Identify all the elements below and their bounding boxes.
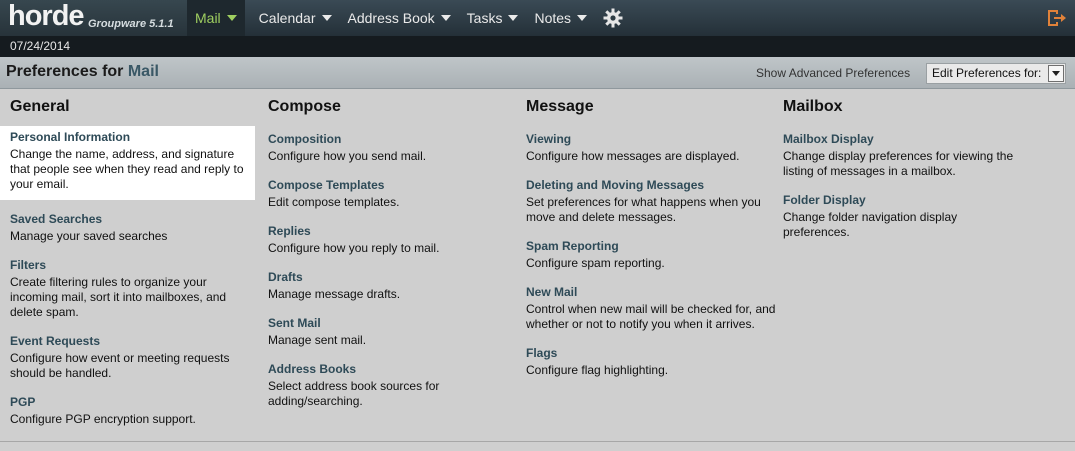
pref-item-desc: Change display preferences for viewing t… [783, 149, 1014, 178]
pref-item-title[interactable]: Mailbox Display [783, 132, 1033, 146]
pref-item-pgp[interactable]: PGP Configure PGP encryption support. [0, 393, 250, 427]
pref-item-desc: Manage sent mail. [268, 333, 367, 347]
nav-calendar-label: Calendar [258, 10, 316, 26]
column-compose: Compose Composition Configure how you se… [268, 98, 518, 409]
pref-item-title[interactable]: New Mail [526, 285, 776, 299]
pref-item-flags[interactable]: Flags Configure flag highlighting. [526, 344, 776, 378]
nav-mail[interactable]: Mail [187, 0, 245, 36]
pref-item-address-books[interactable]: Address Books Select address book source… [268, 360, 468, 409]
preferences-header: Preferences for Mail Show Advanced Prefe… [0, 57, 1075, 89]
column-heading: General [10, 98, 70, 115]
pref-item-title[interactable]: Compose Templates [268, 178, 518, 192]
pref-item-title[interactable]: Folder Display [783, 193, 993, 207]
gear-icon[interactable] [595, 0, 631, 36]
pref-item-desc: Change the name, address, and signature … [10, 147, 244, 191]
pref-item-title[interactable]: Event Requests [10, 334, 244, 348]
column-mailbox: Mailbox Mailbox Display Change display p… [783, 98, 1033, 240]
pref-item-title[interactable]: Composition [268, 132, 518, 146]
pref-item-composition[interactable]: Composition Configure how you send mail. [268, 130, 518, 164]
page-title-app: Mail [127, 63, 159, 80]
pref-item-title[interactable]: Filters [10, 258, 244, 272]
pref-item-desc: Configure how messages are displayed. [526, 149, 740, 163]
nav-tasks-label: Tasks [466, 10, 503, 26]
pref-item-title[interactable]: Flags [526, 346, 776, 360]
column-general: General Personal Information Change the … [0, 98, 255, 427]
pref-item-personal-information[interactable]: Personal Information Change the name, ad… [0, 126, 255, 200]
nav-notes-label: Notes [534, 10, 572, 26]
pref-item-title[interactable]: PGP [10, 395, 244, 409]
column-heading: Message [526, 98, 594, 115]
show-advanced-link[interactable]: Show Advanced Preferences [756, 66, 910, 80]
pref-item-deleting-moving[interactable]: Deleting and Moving Messages Set prefere… [526, 176, 776, 225]
chevron-down-icon [508, 15, 519, 21]
pref-item-desc: Configure PGP encryption support. [10, 412, 196, 426]
pref-item-title[interactable]: Deleting and Moving Messages [526, 178, 776, 192]
pref-item-desc: Change folder navigation display prefere… [783, 210, 958, 239]
pref-item-filters[interactable]: Filters Create filtering rules to organi… [0, 256, 250, 320]
pref-item-title[interactable]: Spam Reporting [526, 239, 776, 253]
nav-calendar[interactable]: Calendar [251, 0, 340, 36]
chevron-down-icon [440, 15, 451, 21]
top-bar: horde Groupware 5.1.1 Mail Calendar Addr… [0, 0, 1075, 36]
horde-logo[interactable]: horde Groupware 5.1.1 [0, 0, 187, 36]
pref-item-desc: Manage message drafts. [268, 287, 401, 301]
pref-item-title[interactable]: Sent Mail [268, 316, 518, 330]
column-heading: Compose [268, 98, 341, 115]
pref-item-compose-templates[interactable]: Compose Templates Edit compose templates… [268, 176, 518, 210]
logo-version: Groupware 5.1.1 [88, 18, 174, 30]
pref-item-viewing[interactable]: Viewing Configure how messages are displ… [526, 130, 776, 164]
pref-item-desc: Set preferences for what happens when yo… [526, 195, 761, 224]
select-arrow-button[interactable] [1048, 65, 1064, 82]
pref-item-title[interactable]: Saved Searches [10, 212, 244, 226]
pref-item-title[interactable]: Replies [268, 224, 518, 238]
pref-item-title[interactable]: Drafts [268, 270, 518, 284]
bottom-divider [0, 441, 1075, 442]
pref-item-desc: Select address book sources for adding/s… [268, 379, 440, 408]
pref-item-desc: Configure spam reporting. [526, 256, 665, 270]
pref-item-desc: Manage your saved searches [10, 229, 168, 243]
edit-preferences-select[interactable]: Edit Preferences for: [926, 63, 1066, 84]
pref-item-drafts[interactable]: Drafts Manage message drafts. [268, 268, 518, 302]
pref-item-saved-searches[interactable]: Saved Searches Manage your saved searche… [0, 210, 250, 244]
nav-address-book[interactable]: Address Book [340, 0, 459, 36]
column-message: Message Viewing Configure how messages a… [526, 98, 776, 378]
page-title: Preferences for Mail [6, 63, 159, 81]
nav-notes[interactable]: Notes [526, 0, 595, 36]
pref-item-title[interactable]: Viewing [526, 132, 776, 146]
page-title-prefix: Preferences for [6, 63, 124, 80]
nav-address-book-label: Address Book [347, 10, 435, 26]
pref-item-folder-display[interactable]: Folder Display Change folder navigation … [783, 191, 993, 240]
pref-item-title[interactable]: Personal Information [10, 130, 249, 144]
pref-item-title[interactable]: Address Books [268, 362, 468, 376]
chevron-down-icon [1052, 71, 1060, 76]
column-heading: Mailbox [783, 98, 843, 115]
pref-item-desc: Configure how you send mail. [268, 149, 427, 163]
pref-item-new-mail[interactable]: New Mail Control when new mail will be c… [526, 283, 776, 332]
pref-item-spam-reporting[interactable]: Spam Reporting Configure spam reporting. [526, 237, 776, 271]
chevron-down-icon [321, 15, 332, 21]
pref-item-desc: Edit compose templates. [268, 195, 400, 209]
edit-preferences-value: Edit Preferences for: [932, 66, 1042, 80]
chevron-down-icon [226, 15, 237, 21]
nav-mail-label: Mail [195, 10, 221, 26]
pref-item-desc: Configure how event or meeting requests … [10, 351, 230, 380]
chevron-down-icon [577, 15, 588, 21]
pref-item-sent-mail[interactable]: Sent Mail Manage sent mail. [268, 314, 518, 348]
current-date: 07/24/2014 [10, 39, 71, 53]
pref-item-desc: Control when new mail will be checked fo… [526, 302, 776, 331]
pref-item-event-requests[interactable]: Event Requests Configure how event or me… [0, 332, 250, 381]
pref-item-mailbox-display[interactable]: Mailbox Display Change display preferenc… [783, 130, 1033, 179]
nav-tasks[interactable]: Tasks [459, 0, 527, 36]
date-bar: 07/24/2014 [0, 36, 1075, 57]
pref-item-replies[interactable]: Replies Configure how you reply to mail. [268, 222, 518, 256]
pref-item-desc: Configure flag highlighting. [526, 363, 669, 377]
pref-item-desc: Create filtering rules to organize your … [10, 275, 227, 319]
logout-icon[interactable] [1045, 7, 1067, 29]
pref-item-desc: Configure how you reply to mail. [268, 241, 440, 255]
logo-wordmark: horde [8, 0, 85, 32]
